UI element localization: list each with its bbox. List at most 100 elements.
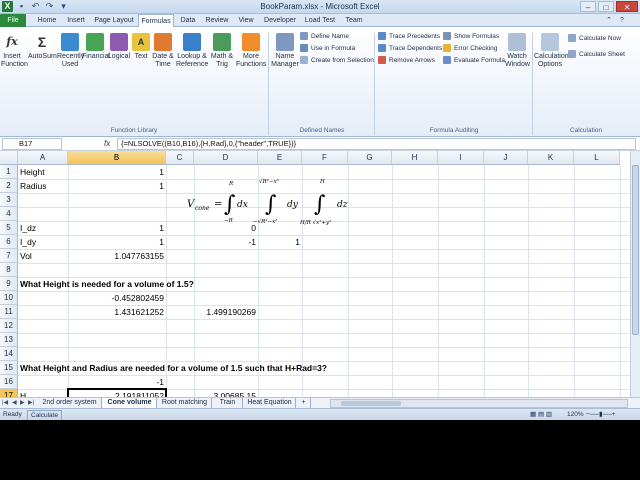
horizontal-scrollbar[interactable] bbox=[330, 399, 628, 408]
watch-window-button[interactable]: Watch Window bbox=[505, 33, 530, 69]
column-header[interactable]: J bbox=[484, 151, 528, 165]
row-header[interactable]: 9 bbox=[0, 277, 18, 291]
column-header[interactable]: B bbox=[68, 151, 166, 165]
cell-b6[interactable]: 1 bbox=[68, 235, 166, 249]
remove-arrows-button[interactable]: Remove Arrows bbox=[378, 55, 435, 66]
select-all-corner[interactable] bbox=[0, 151, 18, 165]
tab-page-layout[interactable]: Page Layout bbox=[93, 14, 135, 27]
cell-b10[interactable]: -0.452802459 bbox=[68, 291, 166, 305]
cell-d17[interactable]: 3.00685 15 bbox=[194, 389, 258, 397]
formula-input[interactable]: {=NLSOLVE((B10,B16),{H,Rad},0,{"header",… bbox=[117, 138, 636, 150]
row-header[interactable]: 13 bbox=[0, 333, 18, 347]
text-button[interactable]: A Text bbox=[131, 33, 151, 61]
date-time-button[interactable]: Date & Time bbox=[152, 33, 174, 69]
cell-a2[interactable]: Radius bbox=[18, 179, 68, 193]
evaluate-formula-button[interactable]: Evaluate Formula bbox=[443, 55, 505, 66]
column-header[interactable]: A bbox=[18, 151, 68, 165]
tab-file[interactable]: File bbox=[0, 14, 26, 27]
horizontal-scroll-thumb[interactable] bbox=[341, 401, 401, 406]
cell-a17[interactable]: H bbox=[18, 389, 68, 397]
create-from-selection-button[interactable]: Create from Selection bbox=[300, 55, 374, 66]
row-header[interactable]: 4 bbox=[0, 207, 18, 221]
autosum-button[interactable]: Σ AutoSum bbox=[28, 33, 57, 61]
sheet-tab-train[interactable]: Train bbox=[213, 398, 243, 408]
previous-sheet-icon[interactable]: ◀ bbox=[12, 398, 17, 408]
lookup-reference-button[interactable]: Lookup & Reference bbox=[176, 33, 208, 69]
first-sheet-icon[interactable]: |◀ bbox=[2, 398, 8, 408]
error-checking-button[interactable]: Error Checking bbox=[443, 43, 497, 54]
row-header[interactable]: 14 bbox=[0, 347, 18, 361]
row-header[interactable]: 6 bbox=[0, 235, 18, 249]
recently-used-button[interactable]: Recently Used bbox=[57, 33, 84, 69]
last-sheet-icon[interactable]: ▶| bbox=[28, 398, 34, 408]
cell-a15[interactable]: What Height and Radius are needed for a … bbox=[18, 361, 418, 375]
sheet-tab-heat-equation[interactable]: Heat Equation bbox=[244, 398, 296, 408]
sheet-tab-cone-volume[interactable]: Cone volume bbox=[103, 398, 157, 408]
calculate-sheet-button[interactable]: Calculate Sheet bbox=[568, 49, 625, 60]
tab-team[interactable]: Team bbox=[342, 14, 366, 27]
vertical-scroll-thumb[interactable] bbox=[632, 165, 639, 335]
cell-b2[interactable]: 1 bbox=[68, 179, 166, 193]
next-sheet-icon[interactable]: ▶ bbox=[20, 398, 25, 408]
view-buttons[interactable]: ▦ ▤ ▥ bbox=[530, 409, 552, 420]
column-header[interactable]: F bbox=[302, 151, 348, 165]
cell-b5[interactable]: 1 bbox=[68, 221, 166, 235]
more-functions-button[interactable]: More Functions bbox=[236, 33, 266, 69]
sheet-tab-root-matching[interactable]: Root matching bbox=[158, 398, 212, 408]
calculate-now-button[interactable]: Calculate Now bbox=[568, 33, 621, 44]
calculation-options-button[interactable]: Calculation Options bbox=[534, 33, 569, 69]
vertical-scrollbar[interactable] bbox=[630, 151, 640, 397]
cell-a7[interactable]: Vol bbox=[18, 249, 68, 263]
trace-dependents-button[interactable]: Trace Dependents bbox=[378, 43, 442, 54]
help-icon[interactable]: ? bbox=[617, 14, 627, 27]
tab-formulas[interactable]: Formulas bbox=[138, 14, 174, 28]
column-header[interactable]: G bbox=[348, 151, 392, 165]
insert-function-button[interactable]: fx Insert Function bbox=[1, 33, 28, 69]
column-header[interactable]: D bbox=[194, 151, 258, 165]
row-header[interactable]: 10 bbox=[0, 291, 18, 305]
sheet-tab-2nd-order-system[interactable]: 2nd order system bbox=[38, 398, 102, 408]
row-header[interactable]: 11 bbox=[0, 305, 18, 319]
new-sheet-icon[interactable]: + bbox=[297, 398, 311, 408]
tab-insert[interactable]: Insert bbox=[62, 14, 90, 27]
name-box[interactable]: B17 bbox=[2, 138, 62, 150]
row-header[interactable]: 8 bbox=[0, 263, 18, 277]
use-in-formula-button[interactable]: Use in Formula bbox=[300, 43, 355, 54]
cell-b1[interactable]: 1 bbox=[68, 165, 166, 179]
tab-data[interactable]: Data bbox=[177, 14, 199, 27]
row-header[interactable]: 7 bbox=[0, 249, 18, 263]
tab-home[interactable]: Home bbox=[34, 14, 60, 27]
cell-b16[interactable]: -1 bbox=[68, 375, 166, 389]
row-header[interactable]: 5 bbox=[0, 221, 18, 235]
minimize-button[interactable]: – bbox=[580, 1, 596, 12]
close-button[interactable]: ✕ bbox=[616, 1, 638, 12]
row-header[interactable]: 3 bbox=[0, 193, 18, 207]
cell-e6[interactable]: 1 bbox=[258, 235, 302, 249]
insert-function-fx-button[interactable]: fx bbox=[104, 138, 110, 150]
row-header[interactable]: 1 bbox=[0, 165, 18, 179]
column-header[interactable]: E bbox=[258, 151, 302, 165]
worksheet-grid[interactable]: A B C D E F G H I J K L 1 2 3 4 5 6 7 8 … bbox=[0, 151, 640, 397]
column-header[interactable]: H bbox=[392, 151, 438, 165]
zoom-level[interactable]: 120% bbox=[567, 409, 584, 420]
row-header[interactable]: 17 bbox=[0, 389, 18, 397]
tab-view[interactable]: View bbox=[235, 14, 257, 27]
row-header[interactable]: 2 bbox=[0, 179, 18, 193]
tab-developer[interactable]: Developer bbox=[261, 14, 299, 27]
name-manager-button[interactable]: Name Manager bbox=[271, 33, 299, 69]
minimize-ribbon-icon[interactable]: ⌃ bbox=[604, 14, 614, 27]
logical-button[interactable]: Logical bbox=[107, 33, 131, 61]
show-formulas-button[interactable]: Show Formulas bbox=[443, 31, 499, 42]
cell-a6[interactable]: I_dy bbox=[18, 235, 68, 249]
math-trig-button[interactable]: Math & Trig bbox=[209, 33, 235, 69]
row-header[interactable]: 15 bbox=[0, 361, 18, 375]
status-calculate[interactable]: Calculate bbox=[27, 410, 63, 420]
cell-d6[interactable]: -1 bbox=[194, 235, 258, 249]
row-header[interactable]: 16 bbox=[0, 375, 18, 389]
tab-load-test[interactable]: Load Test bbox=[302, 14, 338, 27]
cell-a9[interactable]: What Height is needed for a volume of 1.… bbox=[18, 277, 318, 291]
column-header[interactable]: I bbox=[438, 151, 484, 165]
column-header[interactable]: C bbox=[166, 151, 194, 165]
column-header[interactable]: K bbox=[528, 151, 574, 165]
column-header[interactable]: L bbox=[574, 151, 620, 165]
